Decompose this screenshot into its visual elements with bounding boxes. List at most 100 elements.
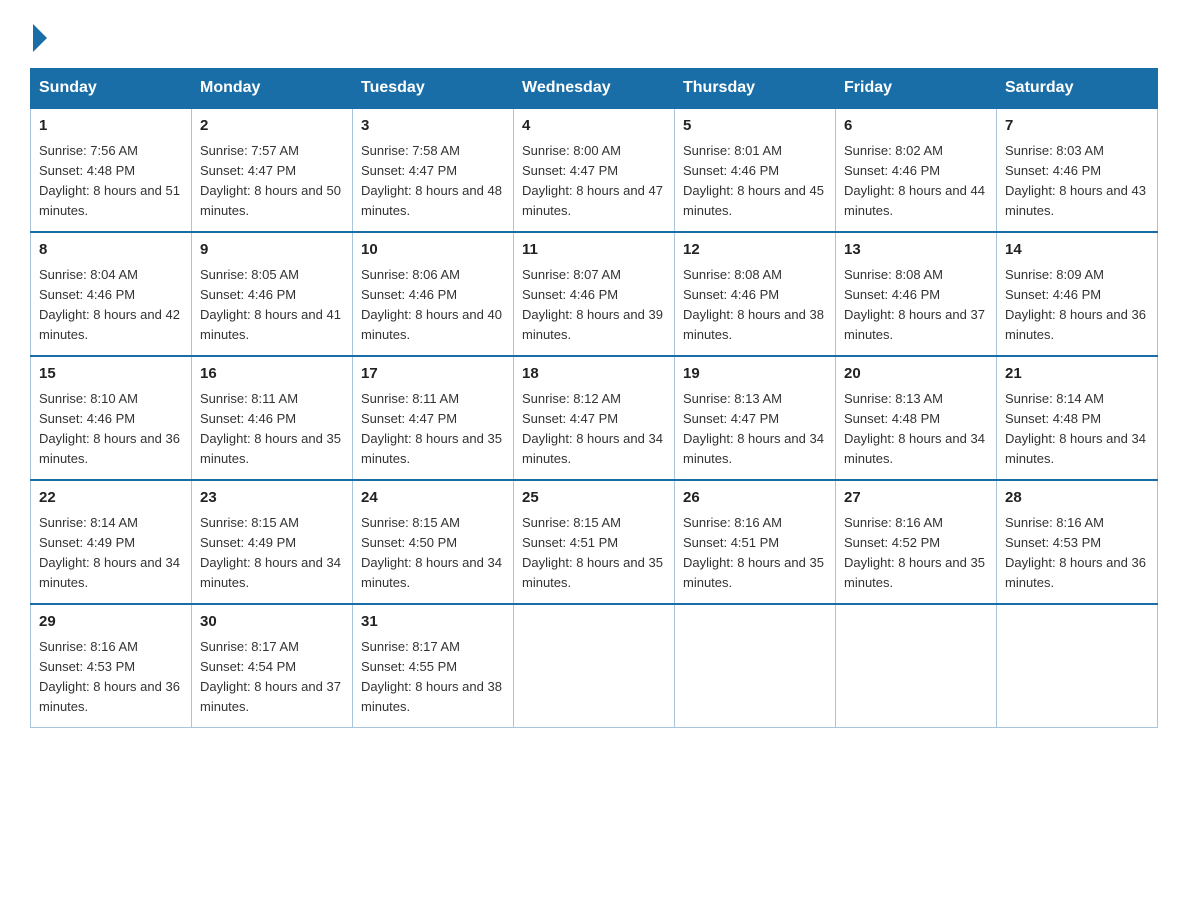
calendar-cell: 15 Sunrise: 8:10 AMSunset: 4:46 PMDaylig… <box>31 356 192 480</box>
day-info: Sunrise: 8:06 AMSunset: 4:46 PMDaylight:… <box>361 267 502 342</box>
header-thursday: Thursday <box>675 69 836 109</box>
calendar-cell: 2 Sunrise: 7:57 AMSunset: 4:47 PMDayligh… <box>192 108 353 232</box>
day-info: Sunrise: 8:01 AMSunset: 4:46 PMDaylight:… <box>683 143 824 218</box>
day-number: 7 <box>1005 115 1149 138</box>
day-number: 22 <box>39 487 183 510</box>
day-number: 8 <box>39 239 183 262</box>
header-saturday: Saturday <box>997 69 1158 109</box>
calendar-cell <box>675 604 836 728</box>
day-number: 2 <box>200 115 344 138</box>
calendar-cell: 21 Sunrise: 8:14 AMSunset: 4:48 PMDaylig… <box>997 356 1158 480</box>
day-info: Sunrise: 8:17 AMSunset: 4:54 PMDaylight:… <box>200 639 341 714</box>
day-number: 14 <box>1005 239 1149 262</box>
calendar-cell: 23 Sunrise: 8:15 AMSunset: 4:49 PMDaylig… <box>192 480 353 604</box>
day-number: 10 <box>361 239 505 262</box>
day-number: 16 <box>200 363 344 386</box>
calendar-cell: 24 Sunrise: 8:15 AMSunset: 4:50 PMDaylig… <box>353 480 514 604</box>
day-info: Sunrise: 8:11 AMSunset: 4:47 PMDaylight:… <box>361 391 502 466</box>
day-number: 18 <box>522 363 666 386</box>
day-number: 21 <box>1005 363 1149 386</box>
day-number: 11 <box>522 239 666 262</box>
calendar-cell: 7 Sunrise: 8:03 AMSunset: 4:46 PMDayligh… <box>997 108 1158 232</box>
day-number: 23 <box>200 487 344 510</box>
calendar-week-row: 8 Sunrise: 8:04 AMSunset: 4:46 PMDayligh… <box>31 232 1158 356</box>
day-info: Sunrise: 7:56 AMSunset: 4:48 PMDaylight:… <box>39 143 180 218</box>
calendar-cell <box>836 604 997 728</box>
calendar-cell: 30 Sunrise: 8:17 AMSunset: 4:54 PMDaylig… <box>192 604 353 728</box>
day-info: Sunrise: 7:58 AMSunset: 4:47 PMDaylight:… <box>361 143 502 218</box>
day-number: 31 <box>361 611 505 634</box>
calendar-cell: 22 Sunrise: 8:14 AMSunset: 4:49 PMDaylig… <box>31 480 192 604</box>
day-number: 1 <box>39 115 183 138</box>
day-info: Sunrise: 8:15 AMSunset: 4:49 PMDaylight:… <box>200 515 341 590</box>
day-number: 29 <box>39 611 183 634</box>
day-info: Sunrise: 8:04 AMSunset: 4:46 PMDaylight:… <box>39 267 180 342</box>
calendar-cell: 27 Sunrise: 8:16 AMSunset: 4:52 PMDaylig… <box>836 480 997 604</box>
calendar-week-row: 15 Sunrise: 8:10 AMSunset: 4:46 PMDaylig… <box>31 356 1158 480</box>
calendar-cell: 29 Sunrise: 8:16 AMSunset: 4:53 PMDaylig… <box>31 604 192 728</box>
day-info: Sunrise: 8:17 AMSunset: 4:55 PMDaylight:… <box>361 639 502 714</box>
calendar-cell: 8 Sunrise: 8:04 AMSunset: 4:46 PMDayligh… <box>31 232 192 356</box>
day-number: 9 <box>200 239 344 262</box>
day-info: Sunrise: 8:14 AMSunset: 4:49 PMDaylight:… <box>39 515 180 590</box>
day-info: Sunrise: 8:08 AMSunset: 4:46 PMDaylight:… <box>844 267 985 342</box>
calendar-week-row: 22 Sunrise: 8:14 AMSunset: 4:49 PMDaylig… <box>31 480 1158 604</box>
day-number: 20 <box>844 363 988 386</box>
day-number: 17 <box>361 363 505 386</box>
calendar-cell: 12 Sunrise: 8:08 AMSunset: 4:46 PMDaylig… <box>675 232 836 356</box>
calendar-cell: 16 Sunrise: 8:11 AMSunset: 4:46 PMDaylig… <box>192 356 353 480</box>
day-number: 25 <box>522 487 666 510</box>
calendar-cell: 19 Sunrise: 8:13 AMSunset: 4:47 PMDaylig… <box>675 356 836 480</box>
calendar-cell: 11 Sunrise: 8:07 AMSunset: 4:46 PMDaylig… <box>514 232 675 356</box>
header-wednesday: Wednesday <box>514 69 675 109</box>
header-friday: Friday <box>836 69 997 109</box>
day-info: Sunrise: 7:57 AMSunset: 4:47 PMDaylight:… <box>200 143 341 218</box>
day-number: 28 <box>1005 487 1149 510</box>
day-info: Sunrise: 8:12 AMSunset: 4:47 PMDaylight:… <box>522 391 663 466</box>
day-info: Sunrise: 8:13 AMSunset: 4:47 PMDaylight:… <box>683 391 824 466</box>
calendar-cell: 14 Sunrise: 8:09 AMSunset: 4:46 PMDaylig… <box>997 232 1158 356</box>
day-number: 19 <box>683 363 827 386</box>
day-info: Sunrise: 8:15 AMSunset: 4:51 PMDaylight:… <box>522 515 663 590</box>
day-info: Sunrise: 8:14 AMSunset: 4:48 PMDaylight:… <box>1005 391 1146 466</box>
day-info: Sunrise: 8:00 AMSunset: 4:47 PMDaylight:… <box>522 143 663 218</box>
calendar-cell: 13 Sunrise: 8:08 AMSunset: 4:46 PMDaylig… <box>836 232 997 356</box>
day-info: Sunrise: 8:03 AMSunset: 4:46 PMDaylight:… <box>1005 143 1146 218</box>
calendar-cell: 9 Sunrise: 8:05 AMSunset: 4:46 PMDayligh… <box>192 232 353 356</box>
day-info: Sunrise: 8:11 AMSunset: 4:46 PMDaylight:… <box>200 391 341 466</box>
day-info: Sunrise: 8:13 AMSunset: 4:48 PMDaylight:… <box>844 391 985 466</box>
day-number: 5 <box>683 115 827 138</box>
day-info: Sunrise: 8:10 AMSunset: 4:46 PMDaylight:… <box>39 391 180 466</box>
calendar-cell: 31 Sunrise: 8:17 AMSunset: 4:55 PMDaylig… <box>353 604 514 728</box>
day-info: Sunrise: 8:08 AMSunset: 4:46 PMDaylight:… <box>683 267 824 342</box>
day-info: Sunrise: 8:15 AMSunset: 4:50 PMDaylight:… <box>361 515 502 590</box>
day-number: 27 <box>844 487 988 510</box>
calendar-table: SundayMondayTuesdayWednesdayThursdayFrid… <box>30 68 1158 728</box>
day-info: Sunrise: 8:05 AMSunset: 4:46 PMDaylight:… <box>200 267 341 342</box>
page-header <box>30 20 1158 48</box>
day-number: 26 <box>683 487 827 510</box>
calendar-cell: 5 Sunrise: 8:01 AMSunset: 4:46 PMDayligh… <box>675 108 836 232</box>
header-tuesday: Tuesday <box>353 69 514 109</box>
calendar-cell: 20 Sunrise: 8:13 AMSunset: 4:48 PMDaylig… <box>836 356 997 480</box>
calendar-header-row: SundayMondayTuesdayWednesdayThursdayFrid… <box>31 69 1158 109</box>
calendar-cell: 17 Sunrise: 8:11 AMSunset: 4:47 PMDaylig… <box>353 356 514 480</box>
calendar-cell: 18 Sunrise: 8:12 AMSunset: 4:47 PMDaylig… <box>514 356 675 480</box>
calendar-cell: 6 Sunrise: 8:02 AMSunset: 4:46 PMDayligh… <box>836 108 997 232</box>
calendar-cell: 26 Sunrise: 8:16 AMSunset: 4:51 PMDaylig… <box>675 480 836 604</box>
day-info: Sunrise: 8:09 AMSunset: 4:46 PMDaylight:… <box>1005 267 1146 342</box>
calendar-week-row: 29 Sunrise: 8:16 AMSunset: 4:53 PMDaylig… <box>31 604 1158 728</box>
header-monday: Monday <box>192 69 353 109</box>
calendar-cell <box>997 604 1158 728</box>
day-info: Sunrise: 8:16 AMSunset: 4:53 PMDaylight:… <box>39 639 180 714</box>
day-number: 4 <box>522 115 666 138</box>
calendar-cell: 3 Sunrise: 7:58 AMSunset: 4:47 PMDayligh… <box>353 108 514 232</box>
logo <box>30 20 47 48</box>
header-sunday: Sunday <box>31 69 192 109</box>
day-info: Sunrise: 8:07 AMSunset: 4:46 PMDaylight:… <box>522 267 663 342</box>
day-number: 13 <box>844 239 988 262</box>
day-number: 30 <box>200 611 344 634</box>
calendar-week-row: 1 Sunrise: 7:56 AMSunset: 4:48 PMDayligh… <box>31 108 1158 232</box>
logo-arrow-icon <box>33 24 47 52</box>
calendar-cell: 1 Sunrise: 7:56 AMSunset: 4:48 PMDayligh… <box>31 108 192 232</box>
